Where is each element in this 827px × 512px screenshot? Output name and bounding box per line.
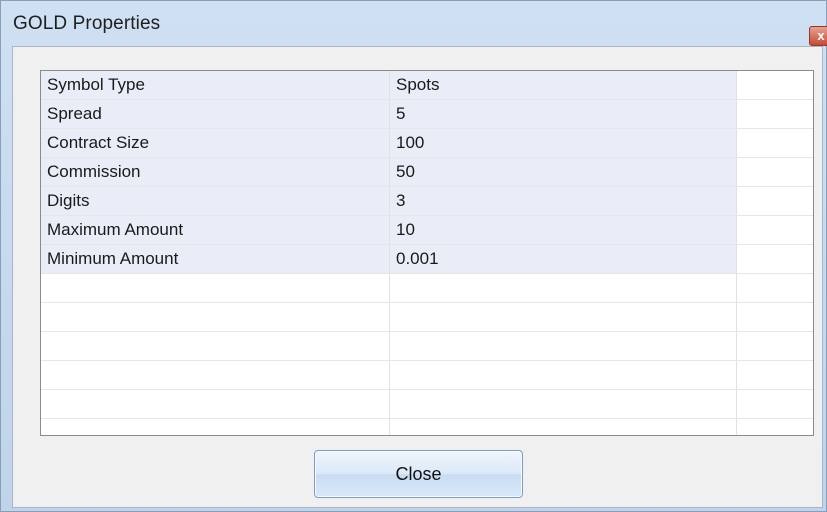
empty-cell	[737, 303, 813, 331]
empty-cell	[41, 361, 390, 389]
table-row[interactable]: Digits 3	[41, 187, 813, 216]
empty-cell	[737, 158, 813, 186]
empty-cell	[41, 274, 390, 302]
empty-cell	[737, 216, 813, 244]
empty-cell	[41, 419, 390, 435]
empty-cell	[737, 390, 813, 418]
property-value: 10	[390, 216, 737, 244]
close-icon[interactable]: x	[809, 26, 827, 46]
title-bar[interactable]: GOLD Properties x	[1, 1, 827, 46]
empty-cell	[390, 274, 737, 302]
properties-grid: Symbol Type Spots Spread 5 Contract Size…	[40, 70, 814, 436]
empty-cell	[41, 332, 390, 360]
property-name: Commission	[41, 158, 390, 186]
table-row[interactable]: Symbol Type Spots	[41, 71, 813, 100]
empty-cell	[737, 332, 813, 360]
empty-cell	[737, 187, 813, 215]
empty-cell	[737, 245, 813, 273]
empty-row	[41, 390, 813, 419]
empty-cell	[737, 419, 813, 435]
close-button[interactable]: Close	[314, 450, 523, 498]
property-name: Digits	[41, 187, 390, 215]
table-row[interactable]: Commission 50	[41, 158, 813, 187]
property-value: 3	[390, 187, 737, 215]
property-name: Spread	[41, 100, 390, 128]
empty-cell	[737, 361, 813, 389]
table-row[interactable]: Spread 5	[41, 100, 813, 129]
empty-cell	[41, 303, 390, 331]
property-value: 5	[390, 100, 737, 128]
empty-cell	[737, 129, 813, 157]
table-row[interactable]: Minimum Amount 0.001	[41, 245, 813, 274]
property-name: Symbol Type	[41, 71, 390, 99]
empty-cell	[390, 390, 737, 418]
properties-dialog: GOLD Properties x Symbol Type Spots Spre…	[0, 0, 827, 512]
empty-row	[41, 274, 813, 303]
empty-cell	[390, 303, 737, 331]
window-title: GOLD Properties	[13, 13, 161, 34]
property-value: 50	[390, 158, 737, 186]
empty-row	[41, 332, 813, 361]
empty-cell	[390, 361, 737, 389]
property-name: Maximum Amount	[41, 216, 390, 244]
empty-cell	[390, 332, 737, 360]
table-row[interactable]: Contract Size 100	[41, 129, 813, 158]
property-value: Spots	[390, 71, 737, 99]
property-value: 0.001	[390, 245, 737, 273]
empty-row	[41, 419, 813, 435]
table-row[interactable]: Maximum Amount 10	[41, 216, 813, 245]
property-name: Contract Size	[41, 129, 390, 157]
empty-cell	[737, 71, 813, 99]
empty-row	[41, 361, 813, 390]
property-name: Minimum Amount	[41, 245, 390, 273]
property-value: 100	[390, 129, 737, 157]
empty-cell	[41, 390, 390, 418]
empty-row	[41, 303, 813, 332]
empty-cell	[737, 100, 813, 128]
empty-cell	[390, 419, 737, 435]
dialog-body: Symbol Type Spots Spread 5 Contract Size…	[12, 46, 823, 508]
empty-cell	[737, 274, 813, 302]
